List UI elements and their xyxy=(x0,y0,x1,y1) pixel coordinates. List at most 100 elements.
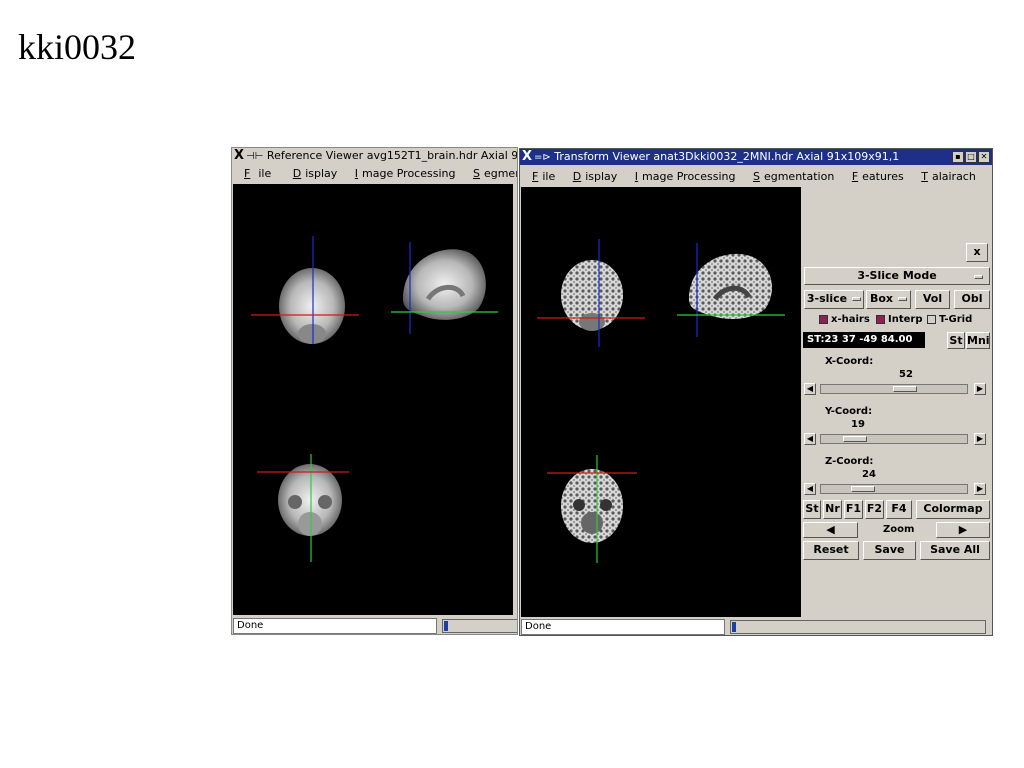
reference-viewer-window[interactable]: X ⊣⊢ Reference Viewer avg152T1_brain.hdr … xyxy=(231,147,518,635)
xhairs-toggle[interactable]: x-hairs xyxy=(819,314,870,325)
y-coord-slider-thumb[interactable] xyxy=(843,436,867,442)
mni-coord-button[interactable]: Mni xyxy=(966,332,990,349)
reference-viewer-title: Reference Viewer avg152T1_brain.hdr Axia… xyxy=(266,149,517,162)
reference-viewer-titlebar[interactable]: X ⊣⊢ Reference Viewer avg152T1_brain.hdr … xyxy=(232,148,517,164)
transform-status-field: Done xyxy=(521,619,725,635)
x-window-icon[interactable]: X xyxy=(520,149,534,165)
mode-dropdown-label: 3-Slice Mode xyxy=(857,269,937,282)
slice-layout-dropdown[interactable]: 3-slice xyxy=(804,290,864,309)
tgrid-checkbox[interactable] xyxy=(927,314,936,324)
tv-menu-display[interactable]: Display xyxy=(567,170,618,183)
z-coord-label: Z-Coord: xyxy=(825,456,874,467)
transform-coronal-slice xyxy=(561,260,623,331)
reference-coronal-slice xyxy=(279,268,345,344)
reference-progress-fill xyxy=(444,621,448,631)
interp-checkbox[interactable] xyxy=(876,314,885,324)
maximize-icon[interactable]: □ xyxy=(965,151,977,163)
f1-button[interactable]: F1 xyxy=(844,500,863,519)
transform-progress-bar xyxy=(730,620,986,634)
z-coord-increment-button[interactable]: ▶ xyxy=(974,483,986,495)
xhairs-label: x-hairs xyxy=(831,314,870,325)
y-coord-value: 19 xyxy=(851,419,865,430)
close-icon[interactable]: ✕ xyxy=(978,151,990,163)
y-coord-decrement-button[interactable]: ◀ xyxy=(804,433,816,445)
zoom-in-button[interactable]: ▶ xyxy=(936,522,990,538)
xhairs-checkbox[interactable] xyxy=(819,314,828,324)
st-button[interactable]: St xyxy=(803,500,821,519)
right-arrow-icon: ▶ xyxy=(976,434,984,443)
reference-progress-bar xyxy=(442,619,517,633)
interp-label: Interp xyxy=(888,314,923,325)
x-coord-slider-thumb[interactable] xyxy=(893,386,917,392)
slide-title: kki0032 xyxy=(18,27,137,67)
transform-viewer-window[interactable]: X =⊳ Transform Viewer anat3Dkki0032_2MNI.… xyxy=(519,148,993,636)
interp-toggle[interactable]: Interp xyxy=(876,314,923,325)
ref-menu-display[interactable]: Display xyxy=(287,167,338,180)
tv-menu-features[interactable]: Features xyxy=(846,170,904,183)
mode-dropdown[interactable]: 3-Slice Mode xyxy=(804,267,990,285)
y-coord-increment-button[interactable]: ▶ xyxy=(974,433,986,445)
window-menu-icon[interactable]: ⊣⊢ xyxy=(246,151,263,162)
slice-layout-label: 3-slice xyxy=(806,292,848,305)
left-arrow-icon: ◀ xyxy=(806,384,814,393)
reference-sagittal-slice xyxy=(403,249,486,320)
ref-menu-segmentation[interactable]: Segmentation xyxy=(467,167,517,180)
transform-slices-svg xyxy=(537,239,785,563)
tv-menu-talairach[interactable]: Talairach xyxy=(915,170,976,183)
control-panel: x 3-Slice Mode 3-slice Box Vol Obl x-hai… xyxy=(803,187,992,617)
right-arrow-icon: ▶ xyxy=(976,384,984,393)
transform-image-canvas[interactable] xyxy=(521,187,801,617)
ref-menu-image-processing[interactable]: Image Processing xyxy=(349,167,456,180)
vol-button[interactable]: Vol xyxy=(915,290,950,309)
z-coord-value: 24 xyxy=(862,469,876,480)
reference-axial-slice xyxy=(278,464,342,536)
f4-button[interactable]: F4 xyxy=(886,500,912,519)
z-coord-slider-thumb[interactable] xyxy=(851,486,875,492)
coordinate-readout: ST:23 37 -49 84.00 xyxy=(803,332,925,348)
colormap-button[interactable]: Colormap xyxy=(916,500,990,519)
tv-menu-image-processing[interactable]: Image Processing xyxy=(629,170,736,183)
transform-viewer-titlebar[interactable]: X =⊳ Transform Viewer anat3Dkki0032_2MNI.… xyxy=(520,149,992,165)
box-label: Box xyxy=(869,292,894,305)
transform-progress-fill xyxy=(732,622,736,632)
x-coord-value: 52 xyxy=(899,369,913,380)
dropdown-indicator-icon xyxy=(898,297,908,301)
box-dropdown[interactable]: Box xyxy=(866,290,911,309)
tgrid-toggle[interactable]: T-Grid xyxy=(927,314,972,325)
transform-viewer-menubar: File Display Image Processing Segmentati… xyxy=(520,168,992,185)
panel-close-button[interactable]: x xyxy=(966,243,988,262)
x-coord-slider[interactable] xyxy=(820,384,968,394)
ref-menu-file[interactable]: File xyxy=(238,167,275,180)
reference-status-field: Done xyxy=(233,618,437,634)
zoom-label: Zoom xyxy=(883,524,915,535)
nr-button[interactable]: Nr xyxy=(823,500,842,519)
tv-menu-file[interactable]: File xyxy=(526,170,555,183)
y-coord-slider[interactable] xyxy=(820,434,968,444)
z-coord-slider[interactable] xyxy=(820,484,968,494)
x-coord-increment-button[interactable]: ▶ xyxy=(974,383,986,395)
x-coord-decrement-button[interactable]: ◀ xyxy=(804,383,816,395)
window-menu-icon[interactable]: =⊳ xyxy=(534,152,551,163)
left-arrow-icon: ◀ xyxy=(806,484,814,493)
dropdown-indicator-icon xyxy=(974,275,983,279)
x-coord-label: X-Coord: xyxy=(825,356,874,367)
right-arrow-icon: ▶ xyxy=(976,484,984,493)
save-button[interactable]: Save xyxy=(863,541,916,560)
st-coord-button[interactable]: St xyxy=(947,332,965,349)
x-window-icon[interactable]: X xyxy=(232,148,246,164)
reset-button[interactable]: Reset xyxy=(803,541,859,560)
reference-slices-svg xyxy=(251,236,498,562)
reference-image-canvas[interactable] xyxy=(233,184,513,615)
right-arrow-icon: ▶ xyxy=(958,523,968,536)
f2-button[interactable]: F2 xyxy=(865,500,884,519)
zoom-out-button[interactable]: ◀ xyxy=(803,522,858,538)
transform-sagittal-slice xyxy=(689,253,773,319)
left-arrow-icon: ◀ xyxy=(806,434,814,443)
ref-menu-file-rest: ile xyxy=(258,167,272,180)
z-coord-decrement-button[interactable]: ◀ xyxy=(804,483,816,495)
tv-menu-segmentation[interactable]: Segmentation xyxy=(747,170,834,183)
minimize-icon[interactable]: ▪ xyxy=(952,151,964,163)
obl-button[interactable]: Obl xyxy=(954,290,990,309)
left-arrow-icon: ◀ xyxy=(826,523,835,536)
save-all-button[interactable]: Save All xyxy=(920,541,990,560)
